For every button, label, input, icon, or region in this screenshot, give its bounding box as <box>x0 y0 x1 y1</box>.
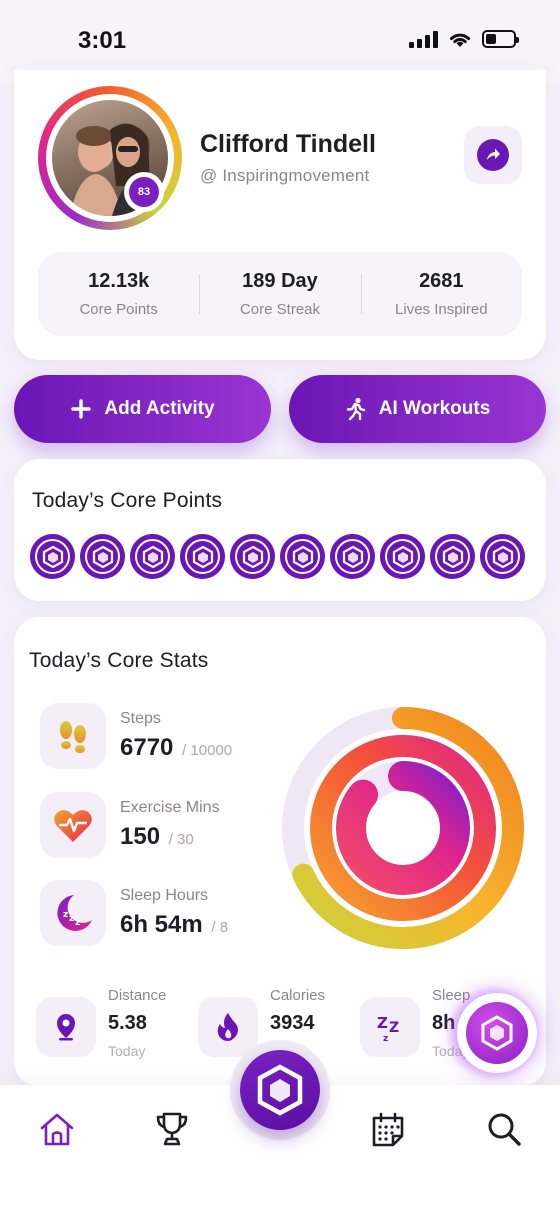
wifi-icon <box>450 33 470 47</box>
share-arrow-icon <box>487 148 500 160</box>
steps-stat[interactable]: Steps 6770 / 10000 <box>40 703 232 769</box>
search-icon <box>488 1113 521 1146</box>
core-hexagon-icon <box>257 1064 303 1116</box>
stat-core-streak[interactable]: 189 Day Core Streak <box>199 270 360 318</box>
mini-label: Calories <box>270 987 326 1004</box>
mini-sub: Today <box>108 1043 146 1059</box>
core-hexagon-icon <box>481 1015 513 1051</box>
add-activity-button[interactable]: Add Activity <box>14 375 271 443</box>
trophy-icon <box>156 1112 188 1146</box>
core-point-coin <box>30 534 75 579</box>
core-point-coin <box>230 534 275 579</box>
stat-name: Steps <box>120 710 161 727</box>
nav-home[interactable] <box>35 1107 79 1151</box>
stat-core-points[interactable]: 12.13k Core Points <box>38 270 199 318</box>
core-point-coin <box>80 534 125 579</box>
stat-label: Core Points <box>79 301 158 318</box>
home-icon <box>40 1113 74 1146</box>
distance-stat[interactable]: Distance 5.38 Today <box>36 987 166 1059</box>
stat-name: Exercise Mins <box>120 799 220 816</box>
add-activity-label: Add Activity <box>104 398 215 419</box>
exercise-goal: / 30 <box>168 831 194 848</box>
steps-goal: / 10000 <box>182 742 233 759</box>
nav-search[interactable] <box>482 1107 526 1151</box>
status-icons <box>409 30 519 48</box>
core-points-title: Today’s Core Points <box>32 489 223 512</box>
svg-text:z: z <box>69 914 74 924</box>
core-points-row <box>30 534 525 579</box>
sleep-goal: / 8 <box>211 919 229 936</box>
heart-pulse-icon <box>40 792 106 858</box>
stat-value: 6770 / 10000 <box>120 734 232 762</box>
zzz-icon: Z Z z <box>360 997 420 1057</box>
running-person-icon <box>346 397 365 421</box>
stat-label: Lives Inspired <box>395 301 488 318</box>
profile-name: Clifford Tindell <box>200 130 376 158</box>
share-button[interactable] <box>464 126 522 184</box>
status-time: 3:01 <box>78 27 127 54</box>
core-point-coin <box>180 534 225 579</box>
level-badge: 83 <box>124 172 164 212</box>
exercise-stat[interactable]: Exercise Mins 150 / 30 <box>40 792 220 858</box>
avatar[interactable] <box>38 86 182 230</box>
sleep-stat[interactable]: z z z Sleep Hours 6h 54m / 8 <box>40 880 228 946</box>
core-point-coin <box>330 534 375 579</box>
svg-text:Z: Z <box>389 1020 399 1036</box>
profile-card: 83 Clifford Tindell @ Inspiringmovement … <box>14 70 546 360</box>
core-point-coin <box>430 534 475 579</box>
stat-value: 189 Day <box>242 270 318 292</box>
exercise-value: 150 <box>120 823 161 850</box>
nav-calendar[interactable] <box>366 1107 410 1151</box>
stat-value: 150 / 30 <box>120 823 220 851</box>
ai-workouts-label: AI Workouts <box>378 398 491 419</box>
center-core-button[interactable] <box>240 1050 320 1130</box>
footprints-icon <box>40 703 106 769</box>
center-nav-wrap <box>230 1040 330 1140</box>
nav-trophy[interactable] <box>150 1107 194 1151</box>
moon-sleep-icon: z z z <box>40 880 106 946</box>
core-point-coin <box>480 534 525 579</box>
svg-text:Z: Z <box>377 1014 388 1032</box>
mini-value: 5.38 <box>108 1012 147 1034</box>
stat-value: 12.13k <box>88 270 150 292</box>
stat-label: Core Streak <box>239 301 321 318</box>
stat-value: 2681 <box>419 270 464 292</box>
core-point-coin <box>280 534 325 579</box>
stat-name: Sleep Hours <box>120 887 209 904</box>
stat-value: 6h 54m / 8 <box>120 911 228 939</box>
svg-text:z: z <box>63 910 68 920</box>
location-pin-icon <box>36 997 96 1057</box>
svg-text:z: z <box>75 918 80 928</box>
flame-icon <box>198 997 258 1057</box>
core-point-coin <box>130 534 175 579</box>
profile-handle: @ Inspiringmovement <box>200 166 370 185</box>
mini-label: Distance <box>108 987 167 1004</box>
mini-value: 3934 <box>270 1012 315 1034</box>
core-floating-button[interactable] <box>457 993 537 1073</box>
level-value: 83 <box>129 177 159 207</box>
sleep-value: 6h 54m <box>120 911 203 938</box>
steps-value: 6770 <box>120 734 174 761</box>
ring-center <box>381 806 425 850</box>
cellular-signal-icon <box>409 30 438 48</box>
calendar-icon <box>372 1112 404 1147</box>
core-point-coin <box>380 534 425 579</box>
activity-rings[interactable] <box>280 705 526 951</box>
ai-workouts-button[interactable]: AI Workouts <box>289 375 546 443</box>
core-points-card: Today’s Core Points <box>14 459 546 601</box>
profile-stats: 12.13k Core Points 189 Day Core Streak 2… <box>38 252 522 336</box>
stat-lives-inspired[interactable]: 2681 Lives Inspired <box>360 270 522 318</box>
svg-text:z: z <box>383 1034 388 1042</box>
core-stats-title: Today’s Core Stats <box>29 649 209 672</box>
battery-icon <box>482 30 519 48</box>
plus-icon <box>71 399 92 419</box>
